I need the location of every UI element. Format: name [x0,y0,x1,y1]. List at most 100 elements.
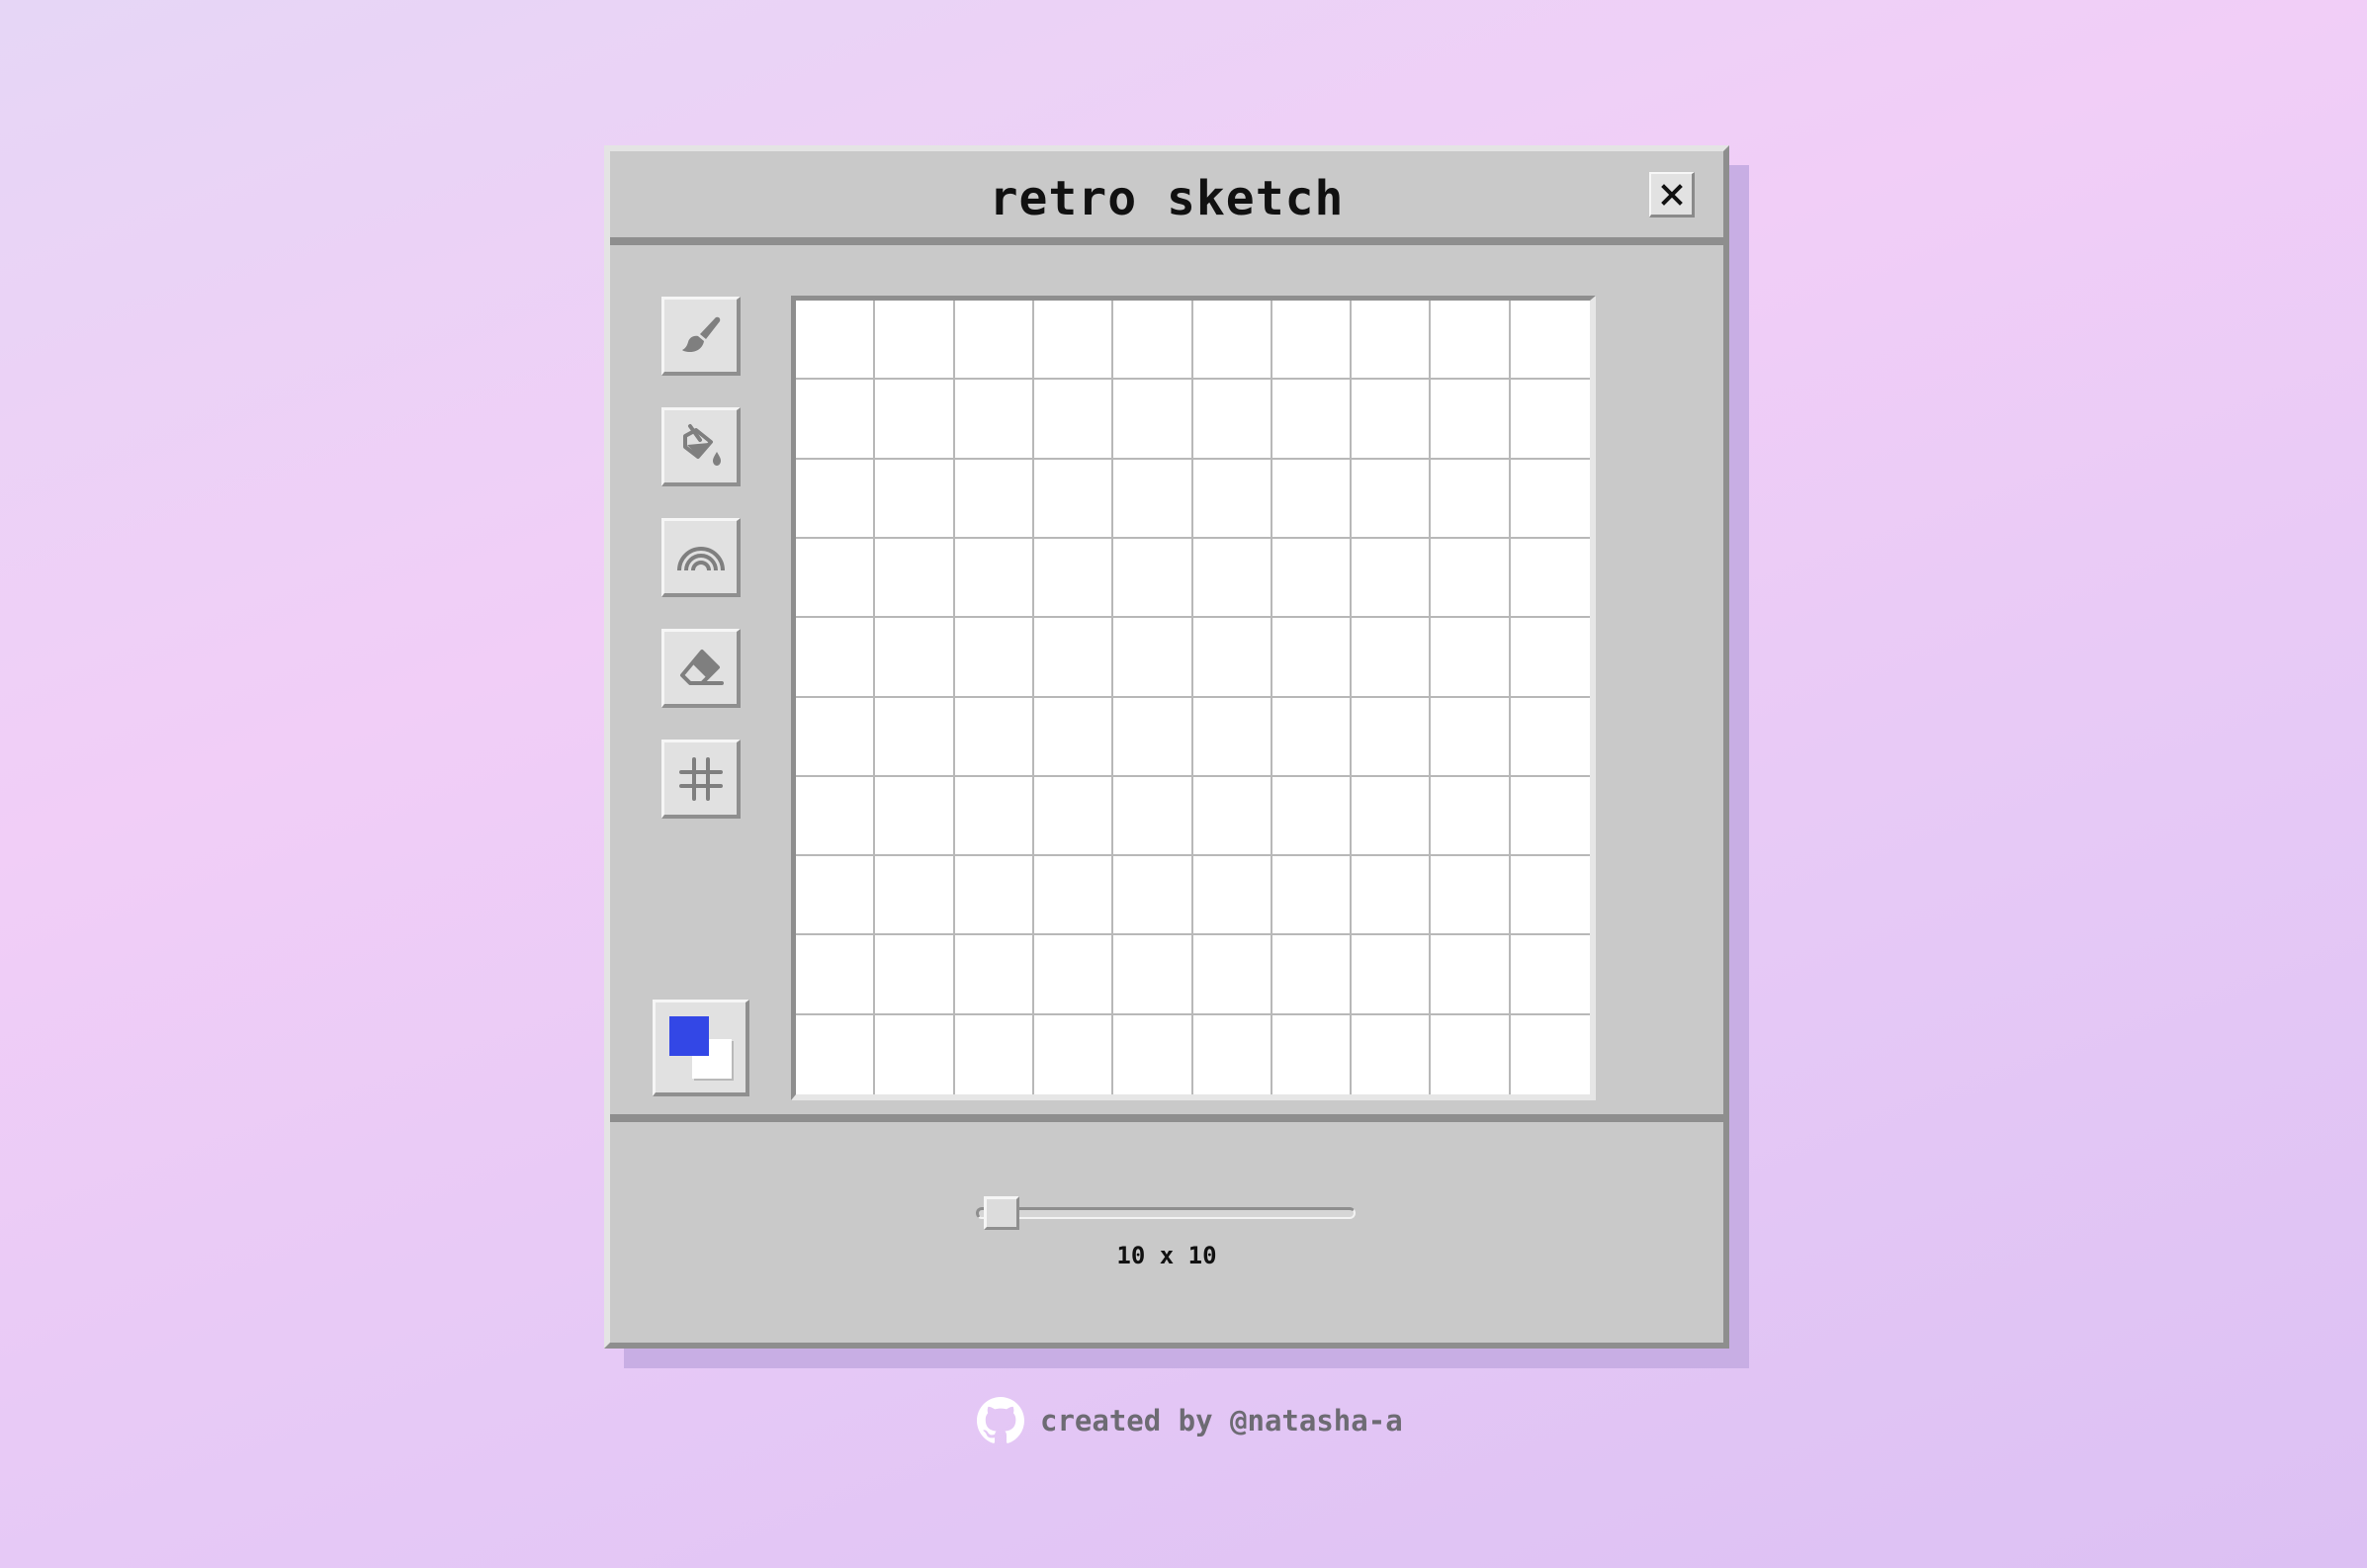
grid-cell[interactable] [1510,301,1590,381]
grid-cell[interactable] [1431,459,1511,539]
grid-cell[interactable] [1033,697,1114,777]
grid-cell[interactable] [1113,459,1193,539]
grid-cell[interactable] [1192,776,1272,857]
grid-cell[interactable] [796,538,876,619]
grid-cell[interactable] [1113,538,1193,619]
grid-cell[interactable] [954,1014,1034,1094]
grid-cell[interactable] [1033,618,1114,698]
grid-cell[interactable] [1033,935,1114,1015]
grid-cell[interactable] [1033,380,1114,460]
grid-cell[interactable] [1352,776,1432,857]
grid-cell[interactable] [1033,538,1114,619]
grid-cell[interactable] [954,776,1034,857]
grid-cell[interactable] [1192,1014,1272,1094]
grid-cell[interactable] [1352,380,1432,460]
grid-cell[interactable] [1113,697,1193,777]
grid-cell[interactable] [1192,618,1272,698]
grid-cell[interactable] [1352,301,1432,381]
grid-cell[interactable] [796,856,876,936]
close-button[interactable] [1649,172,1695,218]
grid-size-slider-track[interactable] [976,1207,1356,1219]
fill-tool-button[interactable] [661,407,741,486]
grid-cell[interactable] [1271,538,1353,619]
grid-cell[interactable] [1192,538,1272,619]
grid-cell[interactable] [1113,301,1193,381]
grid-cell[interactable] [1431,776,1511,857]
grid-cell[interactable] [1352,935,1432,1015]
grid-cell[interactable] [1352,1014,1432,1094]
primary-color-swatch[interactable] [669,1016,709,1056]
grid-cell[interactable] [875,380,955,460]
grid-size-slider-thumb[interactable] [984,1196,1019,1230]
grid-cell[interactable] [1113,776,1193,857]
grid-cell[interactable] [1033,776,1114,857]
grid-cell[interactable] [875,935,955,1015]
grid-cell[interactable] [875,776,955,857]
grid-cell[interactable] [1033,856,1114,936]
grid-cell[interactable] [1431,856,1511,936]
grid-cell[interactable] [1510,1014,1590,1094]
grid-cell[interactable] [875,1014,955,1094]
grid-cell[interactable] [1192,380,1272,460]
grid-cell[interactable] [796,935,876,1015]
grid-cell[interactable] [1271,301,1353,381]
grid-cell[interactable] [1352,697,1432,777]
grid-cell[interactable] [1271,459,1353,539]
rainbow-tool-button[interactable] [661,518,741,597]
grid-cell[interactable] [796,697,876,777]
grid-cell[interactable] [1431,1014,1511,1094]
grid-cell[interactable] [1113,380,1193,460]
grid-cell[interactable] [1352,618,1432,698]
grid-cell[interactable] [1113,856,1193,936]
credit-link[interactable]: created by @natasha-a [977,1397,1403,1444]
grid-cell[interactable] [1113,935,1193,1015]
grid-cell[interactable] [1271,856,1353,936]
grid-cell[interactable] [1113,1014,1193,1094]
grid-cell[interactable] [1431,618,1511,698]
grid-cell[interactable] [1271,380,1353,460]
grid-cell[interactable] [1510,380,1590,460]
grid-cell[interactable] [1033,459,1114,539]
grid-cell[interactable] [1271,1014,1353,1094]
grid-cell[interactable] [1352,459,1432,539]
grid-cell[interactable] [954,856,1034,936]
grid-cell[interactable] [1510,697,1590,777]
grid-cell[interactable] [954,380,1034,460]
grid-cell[interactable] [1510,776,1590,857]
grid-cell[interactable] [1033,301,1114,381]
grid-cell[interactable] [796,1014,876,1094]
grid-cell[interactable] [796,459,876,539]
grid-cell[interactable] [796,776,876,857]
grid-cell[interactable] [1510,618,1590,698]
grid-cell[interactable] [1271,618,1353,698]
grid-cell[interactable] [1431,380,1511,460]
brush-tool-button[interactable] [661,297,741,376]
grid-cell[interactable] [954,618,1034,698]
grid-cell[interactable] [1431,935,1511,1015]
grid-cell[interactable] [1192,856,1272,936]
grid-cell[interactable] [954,538,1034,619]
grid-cell[interactable] [796,380,876,460]
grid-cell[interactable] [954,697,1034,777]
grid-cell[interactable] [875,697,955,777]
grid-cell[interactable] [1510,459,1590,539]
grid-cell[interactable] [1510,935,1590,1015]
grid-cell[interactable] [1192,935,1272,1015]
eraser-tool-button[interactable] [661,629,741,708]
grid-cell[interactable] [796,301,876,381]
grid-cell[interactable] [954,459,1034,539]
grid-cell[interactable] [1431,538,1511,619]
grid-cell[interactable] [1271,776,1353,857]
grid-cell[interactable] [1113,618,1193,698]
grid-cell[interactable] [1510,856,1590,936]
grid-cell[interactable] [1192,301,1272,381]
grid-tool-button[interactable] [661,740,741,819]
grid-cell[interactable] [1431,301,1511,381]
grid-cell[interactable] [1352,856,1432,936]
grid-cell[interactable] [875,856,955,936]
grid-cell[interactable] [875,459,955,539]
grid-cell[interactable] [1192,697,1272,777]
grid-cell[interactable] [1352,538,1432,619]
grid-cell[interactable] [1431,697,1511,777]
grid-cell[interactable] [1033,1014,1114,1094]
